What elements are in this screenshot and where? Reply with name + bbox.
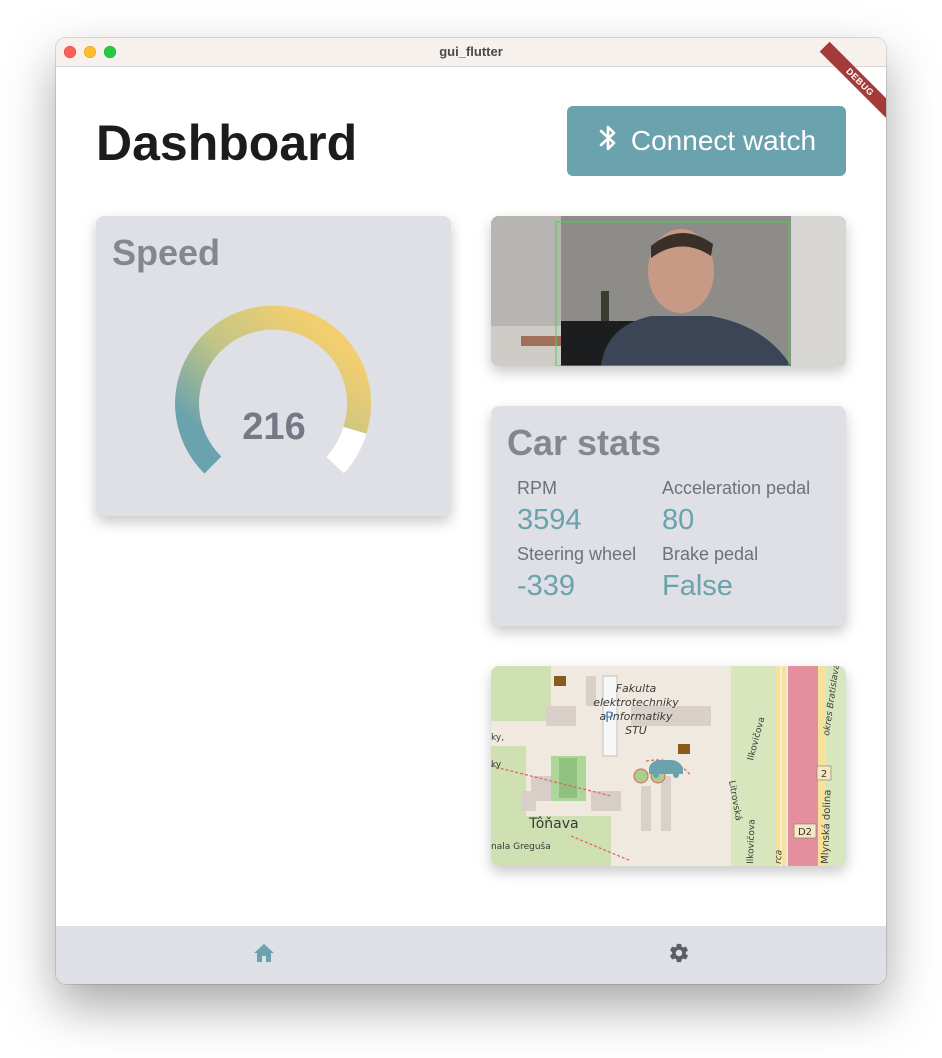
speed-card: Speed 216 (96, 216, 451, 516)
map-label-ky2: ky (491, 760, 502, 770)
nav-settings[interactable] (471, 926, 886, 984)
acceleration-pedal-label: Acceleration pedal (662, 478, 811, 498)
steering-wheel-label: Steering wheel (517, 544, 637, 564)
map-label-greguse: nala Greguša (491, 841, 551, 852)
app-window: gui_flutter DEBUG Dashboard Connect watc… (56, 38, 886, 984)
map-label-faculty-4: STU (625, 724, 647, 737)
camera-feed (491, 216, 846, 366)
map-label-rca: rca (774, 850, 784, 865)
bottom-navigation (56, 926, 886, 984)
map-view[interactable]: Fakulta elektrotechniky a informatiky ST… (491, 666, 846, 866)
window-title: gui_flutter (439, 44, 503, 59)
bluetooth-icon (597, 124, 619, 159)
speed-value: 216 (242, 406, 306, 448)
steering-wheel-value: -339 (517, 570, 576, 602)
car-stats-title: Car stats (507, 422, 662, 463)
map-label-d2: D2 (798, 827, 812, 838)
acceleration-pedal-value: 80 (662, 504, 695, 536)
brake-pedal-label: Brake pedal (662, 544, 759, 564)
nav-home[interactable] (56, 926, 471, 984)
map-label-faculty-1: Fakulta (616, 682, 657, 695)
connect-watch-button[interactable]: Connect watch (567, 106, 846, 176)
gauge-remaining (326, 426, 367, 474)
map-label-tonava: Tôňava (528, 816, 579, 832)
car-stats-card: Car stats RPM 3594 Acceleration pedal 80… (491, 406, 846, 626)
map-label-road2: 2 (821, 769, 827, 780)
rpm-value: 3594 (517, 504, 582, 536)
brake-pedal-value: False (662, 570, 733, 602)
map-label-ilkovicova-2: Ilkovičova (745, 819, 758, 864)
page-title: Dashboard (96, 115, 358, 171)
speed-title: Speed (112, 232, 221, 273)
map-label-parking: P (605, 710, 613, 726)
map-label-ky1: ky, (491, 733, 504, 743)
title-bar: gui_flutter (56, 38, 886, 67)
speed-gauge (175, 305, 371, 474)
connect-watch-label: Connect watch (630, 125, 817, 156)
map-label-faculty-2: elektrotechniky (593, 696, 679, 709)
home-icon (253, 943, 275, 968)
gear-icon (668, 942, 690, 969)
rpm-label: RPM (517, 478, 557, 498)
